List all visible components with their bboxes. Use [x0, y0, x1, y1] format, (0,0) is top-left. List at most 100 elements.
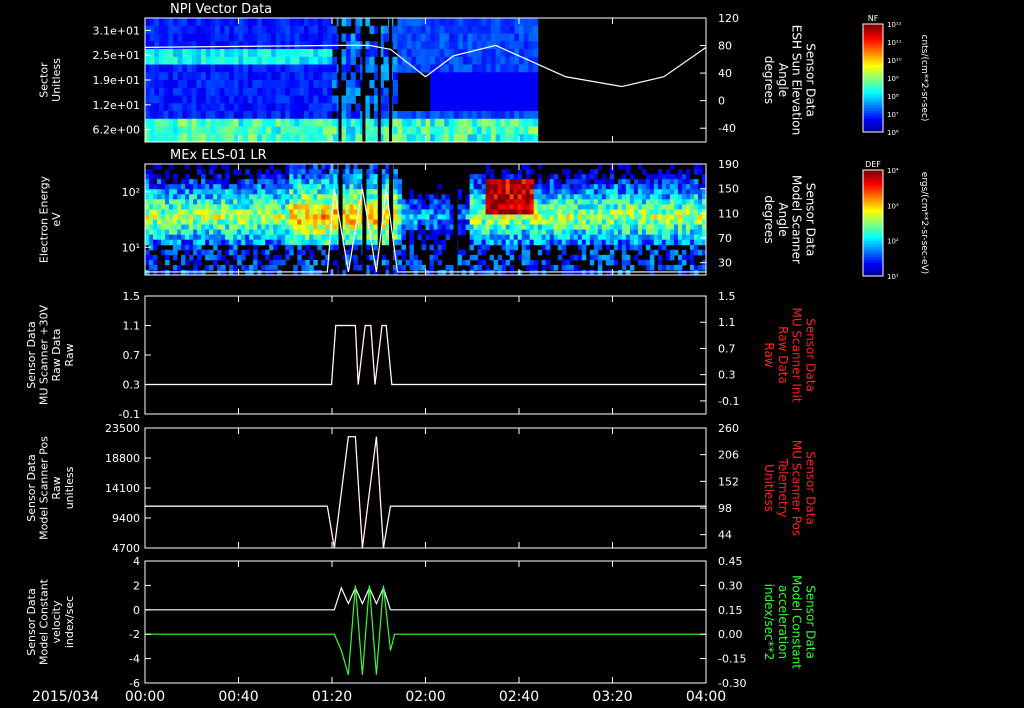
- heatmap-cell: [285, 72, 291, 81]
- heatmap-cell: [245, 209, 250, 215]
- heatmap-cell: [289, 174, 294, 180]
- heatmap-cell: [561, 259, 567, 266]
- heatmap-cell: [305, 229, 310, 236]
- heatmap-cell: [317, 80, 324, 89]
- heatmap-cell: [605, 254, 611, 261]
- heatmap-cell: [293, 239, 298, 246]
- heatmap-cell: [301, 169, 306, 175]
- heatmap-cell: [429, 244, 435, 251]
- heatmap-cell: [649, 219, 655, 226]
- heatmap-cell: [238, 95, 244, 104]
- right-tick-label: 0.15: [718, 604, 743, 617]
- heatmap-cell: [373, 189, 378, 195]
- heatmap-cell: [529, 189, 535, 195]
- heatmap-cell: [369, 164, 374, 170]
- heatmap-cell: [321, 199, 326, 205]
- heatmap-cell: [517, 169, 523, 175]
- heatmap-cell: [486, 18, 492, 27]
- heatmap-cell: [163, 64, 169, 73]
- heatmap-cell: [406, 134, 412, 143]
- heatmap-cell: [381, 184, 386, 190]
- heatmap-cell: [313, 80, 319, 89]
- heatmap-cell: [441, 219, 447, 226]
- heatmap-cell: [261, 249, 266, 256]
- heatmap-cell: [525, 179, 531, 185]
- heatmap-cell: [357, 219, 362, 226]
- heatmap-cell: [237, 204, 242, 210]
- heatmap-cell: [605, 244, 611, 251]
- heatmap-cell: [448, 95, 455, 104]
- heatmap-cell: [529, 239, 535, 246]
- heatmap-cell: [353, 194, 358, 200]
- heatmap-cell: [181, 189, 186, 195]
- heatmap-cell: [605, 219, 611, 226]
- heatmap-cell: [215, 49, 221, 58]
- heatmap-cell: [409, 199, 414, 205]
- heatmap-cell: [353, 244, 358, 251]
- heatmap-cell: [169, 239, 174, 246]
- tplot-figure: NPI Vector Data3.1e+012.5e+011.9e+011.2e…: [25, 2, 929, 705]
- heatmap-cell: [504, 126, 511, 135]
- heatmap-cell: [453, 126, 459, 135]
- heatmap-cell: [253, 254, 258, 261]
- heatmap-cell: [229, 64, 235, 73]
- heatmap-cell: [581, 199, 587, 205]
- right-axis-label-line: MU Scanner Init: [790, 307, 804, 402]
- heatmap-cell: [168, 134, 174, 143]
- heatmap-cell: [661, 234, 667, 241]
- heatmap-cell: [645, 174, 651, 180]
- heatmap-cell: [493, 229, 499, 236]
- heatmap-cell: [441, 244, 447, 251]
- heatmap-cell: [458, 72, 464, 81]
- heatmap-cell: [281, 194, 286, 200]
- heatmap-cell: [657, 219, 663, 226]
- heatmap-cell: [275, 49, 282, 58]
- heatmap-cell: [173, 49, 179, 58]
- heatmap-cell: [177, 199, 182, 205]
- heatmap-cell: [409, 264, 414, 271]
- heatmap-cell: [637, 229, 643, 236]
- heatmap-cell: [325, 174, 330, 180]
- heatmap-cell: [353, 164, 358, 170]
- heatmap-cell: [381, 259, 386, 266]
- left-axis-label-line: Model Scanner Pos: [38, 436, 51, 540]
- heatmap-cell: [219, 49, 225, 58]
- heatmap-cell: [285, 224, 290, 231]
- els-heatmap: [145, 164, 707, 276]
- heatmap-cell: [504, 64, 511, 73]
- heatmap-cell: [257, 199, 262, 205]
- heatmap-cell: [495, 103, 501, 112]
- heatmap-cell: [495, 56, 501, 65]
- heatmap-cell: [191, 87, 197, 96]
- heatmap-cell: [369, 204, 374, 210]
- heatmap-cell: [472, 126, 478, 135]
- heatmap-cell: [409, 244, 414, 251]
- heatmap-cell: [177, 118, 183, 127]
- heatmap-cell: [185, 239, 190, 246]
- heatmap-cell: [213, 194, 218, 200]
- heatmap-cell: [500, 80, 506, 89]
- heatmap-cell: [289, 194, 294, 200]
- heatmap-cell: [481, 239, 487, 246]
- heatmap-cell: [617, 224, 623, 231]
- heatmap-cell: [257, 194, 262, 200]
- heatmap-cell: [225, 194, 230, 200]
- heatmap-cell: [210, 18, 216, 27]
- heatmap-cell: [173, 239, 178, 246]
- heatmap-cell: [525, 209, 531, 215]
- heatmap-cell: [525, 204, 531, 210]
- heatmap-cell: [153, 204, 158, 210]
- heatmap-cell: [191, 126, 197, 135]
- heatmap-cell: [217, 239, 222, 246]
- heatmap-cell: [653, 239, 659, 246]
- heatmap-cell: [476, 64, 483, 73]
- left-axis-label-line: MU Scanner +30V: [38, 304, 51, 405]
- heatmap-cell: [201, 126, 207, 135]
- heatmap-cell: [169, 249, 174, 256]
- heatmap-cell: [346, 111, 352, 120]
- heatmap-cell: [485, 229, 491, 236]
- heatmap-cell: [653, 209, 659, 215]
- heatmap-cell: [294, 95, 300, 104]
- right-axis-label-line: Unitless: [762, 464, 776, 512]
- heatmap-cell: [565, 229, 571, 236]
